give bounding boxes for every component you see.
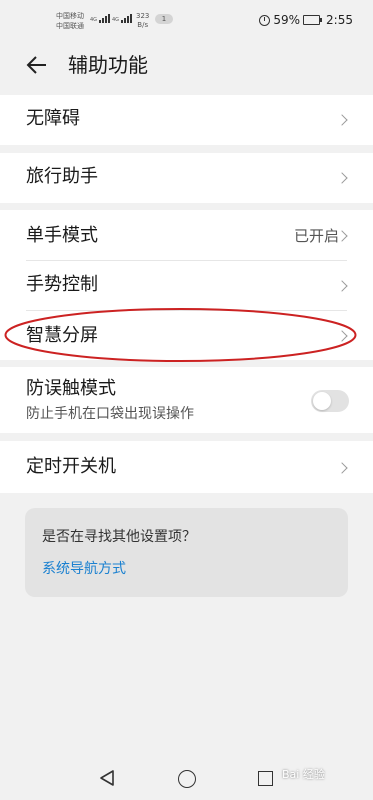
nav-home-icon[interactable] xyxy=(178,770,196,788)
item-travel-assistant-label: 旅行助手 xyxy=(26,166,98,187)
item-one-hand-mode-label: 单手模式 xyxy=(26,225,98,246)
battery-icon xyxy=(303,15,323,25)
network-speed-value: 323 xyxy=(136,12,150,20)
carrier-labels: 中国移动 中国联通 xyxy=(56,11,84,31)
item-one-hand-mode[interactable]: 单手模式 已开启 xyxy=(0,210,373,260)
page-title: 辅助功能 xyxy=(68,53,148,77)
system-navigation-link[interactable]: 系统导航方式 xyxy=(42,560,126,578)
item-scheduled-power-label: 定时开关机 xyxy=(26,456,116,477)
signal-icon: 4G xyxy=(90,14,111,23)
notification-badge: 1 xyxy=(155,14,173,24)
item-accidental-touch-label: 防误触模式 xyxy=(26,378,116,399)
settings-group-1: 无障碍 xyxy=(0,95,373,145)
carrier-2: 中国联通 xyxy=(56,22,84,30)
item-scheduled-power[interactable]: 定时开关机 xyxy=(0,441,373,493)
item-accidental-touch-desc: 防止手机在口袋出现误操作 xyxy=(26,406,194,422)
network-type-1: 4G xyxy=(90,17,98,23)
clock: 2:55 xyxy=(326,13,353,27)
item-one-hand-mode-status: 已开启 xyxy=(293,227,339,245)
settings-group-4: 防误触模式 防止手机在口袋出现误操作 xyxy=(0,367,373,433)
network-speed-unit: B/s xyxy=(137,21,149,29)
item-accessibility-label: 无障碍 xyxy=(26,108,80,129)
suggestion-question: 是否在寻找其他设置项？ xyxy=(42,529,196,545)
carrier-1: 中国移动 xyxy=(56,12,84,20)
toggle-knob xyxy=(313,392,331,410)
settings-group-5: 定时开关机 xyxy=(0,441,373,493)
network-speed: 323 B/s xyxy=(136,12,149,30)
item-travel-assistant[interactable]: 旅行助手 xyxy=(0,153,373,203)
nav-recents-icon[interactable] xyxy=(258,771,273,786)
chevron-right-icon xyxy=(336,462,348,474)
item-accidental-touch[interactable]: 防误触模式 防止手机在口袋出现误操作 xyxy=(0,367,373,433)
item-accessibility[interactable]: 无障碍 xyxy=(0,95,373,145)
back-arrow-icon[interactable] xyxy=(26,54,48,76)
chevron-right-icon xyxy=(336,172,348,184)
network-type-2: 4G xyxy=(112,17,120,23)
item-gesture-control[interactable]: 手势控制 xyxy=(0,260,373,310)
highlight-ellipse xyxy=(4,308,357,362)
alarm-icon xyxy=(259,14,271,26)
settings-group-2: 旅行助手 xyxy=(0,153,373,203)
accidental-touch-toggle[interactable] xyxy=(311,390,349,412)
battery-percent: 59% xyxy=(273,13,301,27)
item-gesture-control-label: 手势控制 xyxy=(26,274,98,295)
chevron-right-icon xyxy=(336,114,348,126)
watermark: Bai 经验 xyxy=(282,768,325,781)
suggestion-card: 是否在寻找其他设置项？ 系统导航方式 xyxy=(25,508,348,597)
signal-icon-2: 4G xyxy=(112,14,133,23)
nav-back-icon[interactable] xyxy=(98,769,116,787)
chevron-right-icon xyxy=(336,280,348,292)
status-right: 59% 2:55 xyxy=(259,13,353,27)
